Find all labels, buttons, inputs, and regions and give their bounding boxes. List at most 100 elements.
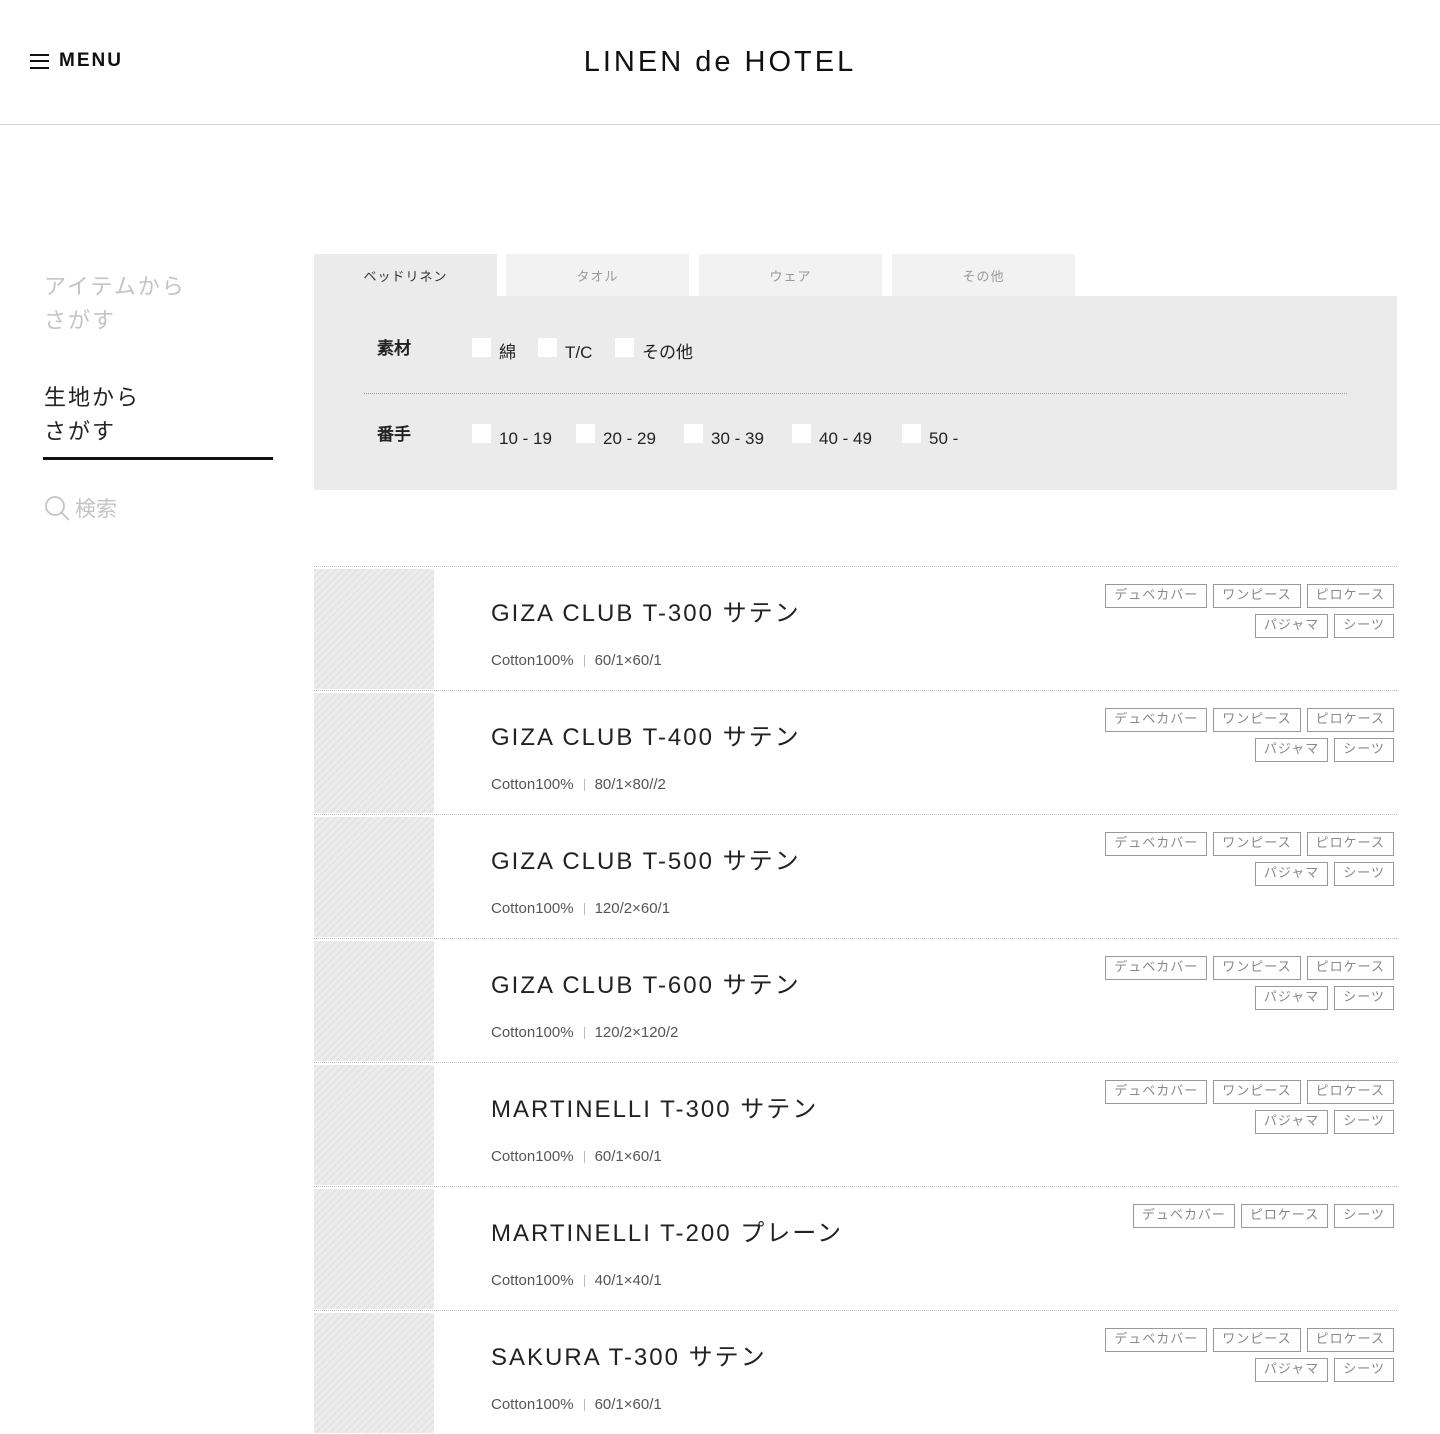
product-spec: Cotton100% 60/1×60/1 <box>491 652 662 669</box>
fabric-thumbnail[interactable] <box>314 1189 434 1309</box>
item-tag[interactable]: パジャマ <box>1254 1358 1329 1382</box>
item-tag[interactable]: ピロケース <box>1306 1080 1394 1104</box>
spec-separator <box>583 902 585 915</box>
item-tag[interactable]: パジャマ <box>1254 862 1329 886</box>
active-indicator <box>43 457 273 460</box>
tab-bed-linen[interactable]: ベッドリネン <box>314 254 497 296</box>
product-row[interactable]: GIZA CLUB T-500 サテン Cotton100% 120/2×60/1 デ… <box>314 814 1397 938</box>
product-material: Cotton100% <box>491 1272 574 1289</box>
item-tag[interactable]: デュベカバー <box>1132 1204 1235 1228</box>
item-tag[interactable]: ワンピース <box>1213 708 1301 732</box>
tab-wear[interactable]: ウェア <box>699 254 882 296</box>
product-row[interactable]: SAKURA T-300 サテン Cotton100% 60/1×60/1 デュベカバ… <box>314 1310 1397 1434</box>
count-checkbox-20-29[interactable]: 20 - 29 <box>576 424 656 447</box>
spec-separator <box>583 778 585 791</box>
count-filter-label: 番手 <box>377 425 411 445</box>
product-row[interactable]: GIZA CLUB T-300 サテン Cotton100% 60/1×60/1 デュ… <box>314 566 1397 690</box>
count-checkbox-40-49[interactable]: 40 - 49 <box>792 424 872 447</box>
fabric-thumbnail[interactable] <box>314 693 434 813</box>
item-tag[interactable]: シーツ <box>1334 738 1394 762</box>
spec-separator <box>583 1150 585 1163</box>
count-checkbox-10-19[interactable]: 10 - 19 <box>472 424 552 447</box>
product-spec: Cotton100% 120/2×120/2 <box>491 1024 678 1041</box>
product-tags: デュベカバー ワンピース ピロケースパジャマ シーツ <box>1094 1080 1394 1134</box>
item-tag[interactable]: ピロケース <box>1306 832 1394 856</box>
product-material: Cotton100% <box>491 1148 574 1165</box>
item-tag[interactable]: ピロケース <box>1240 1204 1329 1228</box>
product-name[interactable]: GIZA CLUB T-600 サテン <box>491 965 801 1000</box>
product-material: Cotton100% <box>491 900 574 917</box>
product-tags: デュベカバー ワンピース ピロケースパジャマ シーツ <box>1094 1328 1394 1382</box>
fabric-thumbnail[interactable] <box>314 569 434 689</box>
product-tags: デュベカバー ワンピース ピロケースパジャマ シーツ <box>1094 832 1394 886</box>
checkbox-label: 10 - 19 <box>499 429 552 448</box>
site-logo[interactable]: LINEN de HOTEL <box>0 46 1440 79</box>
search-label: 検索 <box>75 497 117 521</box>
product-name[interactable]: MARTINELLI T-300 サテン <box>491 1089 818 1124</box>
product-material: Cotton100% <box>491 1396 574 1413</box>
item-tag[interactable]: ピロケース <box>1306 1328 1394 1352</box>
item-tag[interactable]: シーツ <box>1334 1204 1394 1228</box>
material-checkbox-tc[interactable]: T/C <box>538 338 592 361</box>
spec-separator <box>583 654 585 667</box>
item-tag[interactable]: デュベカバー <box>1105 584 1208 608</box>
item-tag[interactable]: デュベカバー <box>1105 832 1208 856</box>
filter-divider <box>364 393 1347 394</box>
tab-towel[interactable]: タオル <box>506 254 689 296</box>
sidebar-item-search-by-fabric[interactable]: 生地から さがす <box>44 382 140 450</box>
tab-other[interactable]: その他 <box>892 254 1075 296</box>
item-tag[interactable]: ピロケース <box>1306 708 1394 732</box>
sidebar-item-search-by-item[interactable]: アイテムから さがす <box>44 271 186 339</box>
product-tags: デュベカバー ワンピース ピロケースパジャマ シーツ <box>1094 708 1394 762</box>
item-tag[interactable]: ワンピース <box>1213 1328 1301 1352</box>
item-tag[interactable]: デュベカバー <box>1105 1080 1208 1104</box>
product-name[interactable]: MARTINELLI T-200 プレーン <box>491 1213 843 1248</box>
material-checkbox-other[interactable]: その他 <box>615 338 693 361</box>
sidebar-keyword-search[interactable]: 検索 <box>44 493 117 523</box>
product-yarn-count: 40/1×40/1 <box>594 1272 662 1289</box>
item-tag[interactable]: ピロケース <box>1306 956 1394 980</box>
item-tag[interactable]: デュベカバー <box>1105 956 1208 980</box>
product-name[interactable]: GIZA CLUB T-400 サテン <box>491 717 801 752</box>
product-name[interactable]: GIZA CLUB T-300 サテン <box>491 593 801 628</box>
product-yarn-count: 60/1×60/1 <box>594 1148 662 1165</box>
material-checkbox-cotton[interactable]: 綿 <box>472 338 516 361</box>
item-tag[interactable]: シーツ <box>1334 986 1394 1010</box>
count-checkbox-50-plus[interactable]: 50 - <box>902 424 958 447</box>
item-tag[interactable]: ワンピース <box>1213 956 1301 980</box>
product-yarn-count: 80/1×80//2 <box>594 776 666 793</box>
fabric-thumbnail[interactable] <box>314 941 434 1061</box>
product-yarn-count: 60/1×60/1 <box>594 1396 662 1413</box>
product-spec: Cotton100% 80/1×80//2 <box>491 776 666 793</box>
item-tag[interactable]: シーツ <box>1334 1110 1394 1134</box>
item-tag[interactable]: ワンピース <box>1213 584 1301 608</box>
item-tag[interactable]: シーツ <box>1334 614 1394 638</box>
product-row[interactable]: MARTINELLI T-200 プレーン Cotton100% 40/1×40/1… <box>314 1186 1397 1310</box>
product-row[interactable]: MARTINELLI T-300 サテン Cotton100% 60/1×60/1 デ… <box>314 1062 1397 1186</box>
product-material: Cotton100% <box>491 776 574 793</box>
product-name[interactable]: SAKURA T-300 サテン <box>491 1337 767 1372</box>
item-tag[interactable]: デュベカバー <box>1105 708 1208 732</box>
count-checkbox-30-39[interactable]: 30 - 39 <box>684 424 764 447</box>
item-tag[interactable]: パジャマ <box>1254 738 1329 762</box>
checkbox-label: 綿 <box>499 343 516 362</box>
product-row[interactable]: GIZA CLUB T-600 サテン Cotton100% 120/2×120/2… <box>314 938 1397 1062</box>
product-row[interactable]: GIZA CLUB T-400 サテン Cotton100% 80/1×80//2 デ… <box>314 690 1397 814</box>
item-tag[interactable]: デュベカバー <box>1105 1328 1208 1352</box>
product-name[interactable]: GIZA CLUB T-500 サテン <box>491 841 801 876</box>
item-tag[interactable]: ピロケース <box>1306 584 1394 608</box>
item-tag[interactable]: パジャマ <box>1254 986 1329 1010</box>
product-tags: デュベカバー ワンピース ピロケースパジャマ シーツ <box>1094 956 1394 1010</box>
item-tag[interactable]: ワンピース <box>1213 832 1301 856</box>
fabric-thumbnail[interactable] <box>314 817 434 937</box>
item-tag[interactable]: シーツ <box>1334 862 1394 886</box>
site-header: MENU LINEN de HOTEL <box>0 0 1440 125</box>
fabric-thumbnail[interactable] <box>314 1065 434 1185</box>
item-tag[interactable]: パジャマ <box>1254 614 1329 638</box>
item-tag[interactable]: パジャマ <box>1254 1110 1329 1134</box>
fabric-thumbnail[interactable] <box>314 1313 434 1433</box>
spec-separator <box>583 1398 585 1411</box>
checkbox-label: 30 - 39 <box>711 429 764 448</box>
item-tag[interactable]: ワンピース <box>1213 1080 1301 1104</box>
item-tag[interactable]: シーツ <box>1334 1358 1394 1382</box>
